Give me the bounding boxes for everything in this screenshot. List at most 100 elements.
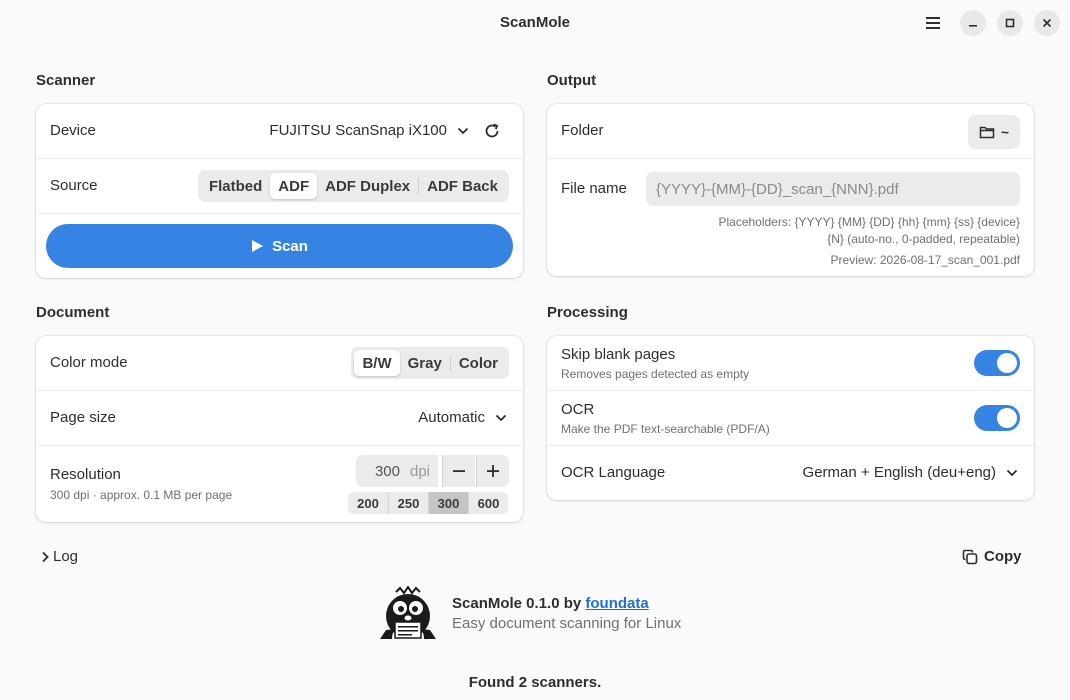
source-row: Source Flatbed ADF ADF Duplex ADF Back bbox=[36, 159, 523, 214]
source-option-adf-duplex[interactable]: ADF Duplex bbox=[317, 173, 418, 199]
scan-row: Scan bbox=[36, 214, 523, 278]
source-option-adf[interactable]: ADF bbox=[270, 173, 318, 199]
resolution-label: Resolution bbox=[50, 466, 121, 483]
about-name: ScanMole 0.1.0 by foundata bbox=[452, 595, 649, 612]
color-mode-selector: B/W Gray Color bbox=[351, 347, 509, 379]
ocr-sub: Make the PDF text-searchable (PDF/A) bbox=[561, 422, 770, 436]
skip-blank-row: Skip blank pages Removes pages detected … bbox=[547, 336, 1034, 391]
play-icon bbox=[252, 240, 264, 252]
resolution-row: Resolution 300 dpi · approx. 0.1 MB per … bbox=[36, 446, 523, 522]
scanner-section-title: Scanner bbox=[36, 72, 96, 89]
page-size-dropdown[interactable]: Automatic bbox=[418, 409, 507, 426]
ocr-language-value: German + English (deu+eng) bbox=[802, 464, 996, 481]
window-title: ScanMole bbox=[499, 14, 571, 31]
folder-icon bbox=[979, 126, 995, 139]
filename-preview: Preview: 2026-08-17_scan_001.pdf bbox=[830, 253, 1020, 267]
scan-button[interactable]: Scan bbox=[46, 224, 513, 268]
close-button[interactable] bbox=[1034, 10, 1060, 36]
page-size-row: Page size Automatic bbox=[36, 391, 523, 446]
refresh-devices-button[interactable] bbox=[483, 122, 501, 140]
about-name-prefix: ScanMole 0.1.0 by bbox=[452, 595, 586, 612]
copy-icon bbox=[962, 549, 978, 564]
device-value: FUJITSU ScanSnap iX100 bbox=[269, 122, 447, 139]
filename-label: File name bbox=[561, 180, 627, 197]
ocr-language-dropdown[interactable]: German + English (deu+eng) bbox=[803, 464, 1018, 481]
resolution-preset-250[interactable]: 250 bbox=[388, 492, 428, 514]
resolution-preset-300[interactable]: 300 bbox=[428, 492, 468, 514]
output-section-title: Output bbox=[547, 72, 597, 89]
ocr-language-label: OCR Language bbox=[561, 464, 666, 481]
resolution-preset-200[interactable]: 200 bbox=[348, 492, 388, 514]
resolution-presets: 200 250 300 600 bbox=[348, 492, 508, 514]
processing-section-title: Processing bbox=[547, 304, 628, 321]
document-card: Color mode B/W Gray Color Page size Auto… bbox=[36, 336, 523, 522]
refresh-icon bbox=[485, 123, 499, 138]
chevron-right-icon bbox=[42, 551, 49, 562]
minimize-icon bbox=[969, 25, 977, 27]
color-mode-label: Color mode bbox=[50, 354, 128, 371]
device-row: Device FUJITSU ScanSnap iX100 bbox=[36, 104, 523, 159]
folder-label: Folder bbox=[561, 122, 604, 139]
color-mode-option-gray[interactable]: Gray bbox=[400, 350, 450, 376]
device-label: Device bbox=[50, 122, 96, 139]
ocr-label: OCR bbox=[561, 401, 595, 418]
scan-button-label: Scan bbox=[272, 237, 308, 255]
page-size-value: Automatic bbox=[418, 409, 485, 426]
skip-blank-sub: Removes pages detected as empty bbox=[561, 367, 750, 381]
placeholders-hint-line2: {N} (auto-no., 0-padded, repeatable) bbox=[827, 232, 1020, 246]
output-card: Folder ~ File name {YYYY}-{MM}-{DD}_scan… bbox=[547, 104, 1034, 276]
source-selector: Flatbed ADF ADF Duplex ADF Back bbox=[197, 170, 509, 202]
chevron-down-icon bbox=[457, 127, 469, 134]
ocr-switch[interactable] bbox=[974, 405, 1020, 431]
status-message: Found 2 scanners. bbox=[468, 674, 602, 691]
ocr-language-row: OCR Language German + English (deu+eng) bbox=[547, 446, 1034, 500]
main-menu-button[interactable] bbox=[920, 10, 946, 36]
source-option-flatbed[interactable]: Flatbed bbox=[201, 173, 270, 199]
resolution-unit: dpi bbox=[408, 455, 439, 487]
color-mode-row: Color mode B/W Gray Color bbox=[36, 336, 523, 391]
filename-input[interactable]: {YYYY}-{MM}-{DD}_scan_{NNN}.pdf bbox=[646, 172, 1020, 206]
color-mode-option-bw[interactable]: B/W bbox=[354, 350, 400, 376]
resolution-decrease-button[interactable] bbox=[442, 455, 475, 487]
resolution-sub: 300 dpi · approx. 0.1 MB per page bbox=[50, 488, 233, 502]
mole-mascot-icon bbox=[380, 585, 436, 639]
chevron-down-icon bbox=[1006, 469, 1018, 476]
folder-chooser-button[interactable]: ~ bbox=[968, 115, 1020, 149]
header-bar: ScanMole bbox=[0, 0, 1070, 46]
placeholders-hint-line1: Placeholders: {YYYY} {MM} {DD} {hh} {mm}… bbox=[718, 215, 1020, 229]
source-option-adf-back[interactable]: ADF Back bbox=[419, 173, 506, 199]
hamburger-menu-icon bbox=[926, 17, 940, 29]
resolution-increase-button[interactable] bbox=[476, 455, 509, 487]
ocr-row: OCR Make the PDF text-searchable (PDF/A) bbox=[547, 391, 1034, 446]
mole-logo bbox=[378, 585, 438, 640]
switch-knob bbox=[997, 408, 1017, 428]
device-dropdown[interactable]: FUJITSU ScanSnap iX100 bbox=[269, 122, 469, 139]
processing-card: Skip blank pages Removes pages detected … bbox=[547, 336, 1034, 500]
copy-log-button[interactable]: Copy bbox=[962, 548, 1022, 565]
minus-icon bbox=[453, 470, 465, 472]
close-icon bbox=[1042, 18, 1052, 28]
document-section-title: Document bbox=[36, 304, 110, 321]
author-link[interactable]: foundata bbox=[585, 595, 648, 612]
switch-knob bbox=[997, 353, 1017, 373]
folder-value: ~ bbox=[1000, 124, 1010, 140]
scanner-card: Device FUJITSU ScanSnap iX100 Source Fla… bbox=[36, 104, 523, 278]
skip-blank-label: Skip blank pages bbox=[561, 346, 676, 363]
log-expander[interactable]: Log bbox=[40, 548, 78, 565]
copy-label: Copy bbox=[984, 548, 1022, 565]
maximize-icon bbox=[1005, 18, 1015, 28]
color-mode-option-color[interactable]: Color bbox=[451, 350, 506, 376]
about-tagline: Easy document scanning for Linux bbox=[452, 615, 682, 632]
page-size-label: Page size bbox=[50, 409, 116, 426]
log-label: Log bbox=[53, 548, 79, 565]
minimize-button[interactable] bbox=[960, 10, 986, 36]
chevron-down-icon bbox=[495, 414, 507, 421]
plus-icon bbox=[487, 465, 499, 477]
skip-blank-switch[interactable] bbox=[974, 350, 1020, 376]
folder-row: Folder ~ bbox=[547, 104, 1034, 159]
maximize-button[interactable] bbox=[997, 10, 1023, 36]
source-label: Source bbox=[50, 177, 98, 194]
resolution-input[interactable]: 300 bbox=[356, 455, 408, 487]
resolution-preset-600[interactable]: 600 bbox=[468, 492, 508, 514]
filename-row: File name {YYYY}-{MM}-{DD}_scan_{NNN}.pd… bbox=[547, 159, 1034, 276]
